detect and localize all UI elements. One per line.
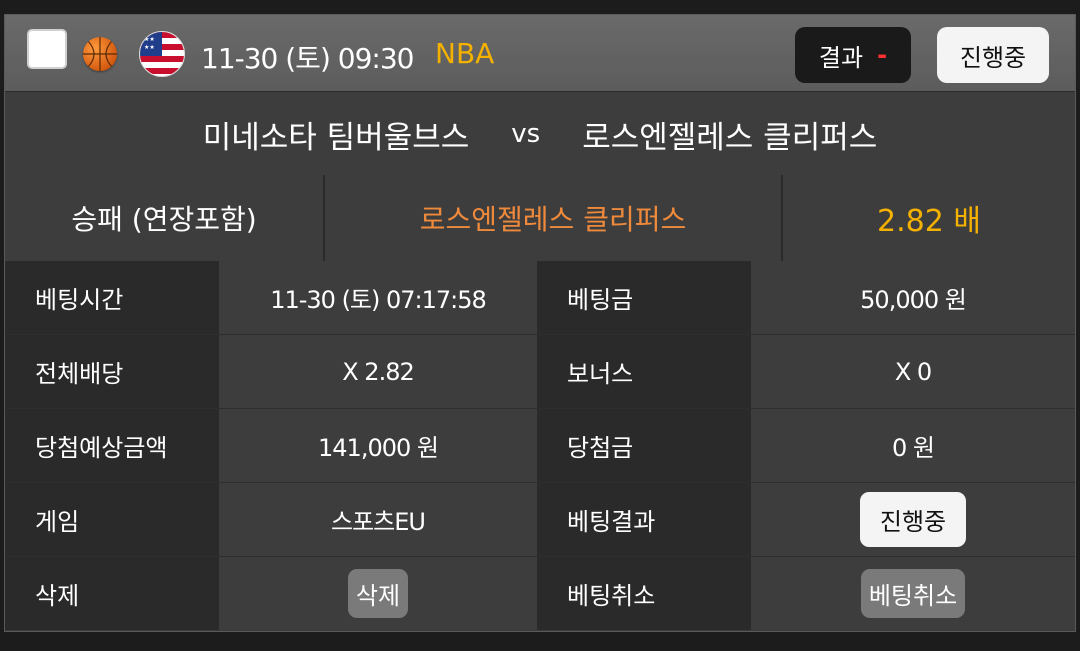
cancel-label: 베팅취소	[537, 557, 751, 630]
matchup-row: 미네소타 팀버울브스 vs 로스엔젤레스 클리퍼스	[5, 91, 1075, 177]
bet-time-value: 11-30 (토) 07:17:58	[219, 261, 537, 334]
delete-cell: 삭제	[219, 557, 537, 630]
table-row: 당첨예상금액 141,000 원 당첨금 0 원	[5, 409, 1075, 483]
bet-result-cell: 진행중	[751, 483, 1075, 556]
pick-market: 승패 (연장포함)	[5, 175, 325, 261]
bet-time-label: 베팅시간	[5, 261, 219, 334]
bet-result-status-button[interactable]: 진행중	[859, 492, 967, 547]
table-row: 베팅시간 11-30 (토) 07:17:58 베팅금 50,000 원	[5, 261, 1075, 335]
table-row: 전체배당 X 2.82 보너스 X 0	[5, 335, 1075, 409]
cancel-cell: 베팅취소	[751, 557, 1075, 630]
bet-amount-label: 베팅금	[537, 261, 751, 334]
bet-result-label: 베팅결과	[537, 483, 751, 556]
delete-label: 삭제	[5, 557, 219, 630]
select-checkbox[interactable]	[27, 29, 67, 69]
result-button[interactable]: 결과 -	[795, 27, 911, 83]
win-amount-label: 당첨금	[537, 409, 751, 482]
table-row: 삭제 삭제 베팅취소 베팅취소	[5, 557, 1075, 630]
bet-amount-value: 50,000 원	[751, 261, 1075, 334]
bet-slip-card: 11-30 (토) 09:30 NBA 결과 - 진행중 미네소타 팀버울브스 …	[4, 14, 1076, 632]
home-team: 미네소타 팀버울브스	[202, 119, 470, 156]
match-datetime: 11-30 (토) 09:30	[201, 42, 414, 75]
game-label: 게임	[5, 483, 219, 556]
vs-label: vs	[511, 119, 541, 149]
table-row: 게임 스포츠EU 베팅결과 진행중	[5, 483, 1075, 557]
game-value: 스포츠EU	[219, 483, 537, 556]
bet-details-table: 베팅시간 11-30 (토) 07:17:58 베팅금 50,000 원 전체배…	[5, 261, 1075, 630]
result-value: -	[877, 41, 888, 69]
total-odds-value: X 2.82	[219, 335, 537, 408]
delete-button[interactable]: 삭제	[347, 569, 409, 618]
pick-row: 승패 (연장포함) 로스엔젤레스 클리퍼스 2.82 배	[5, 175, 1075, 262]
away-team: 로스엔젤레스 클리퍼스	[582, 119, 878, 156]
expected-win-value: 141,000 원	[219, 409, 537, 482]
win-amount-value: 0 원	[751, 409, 1075, 482]
basketball-icon	[83, 37, 117, 71]
result-label: 결과	[818, 43, 864, 72]
bonus-label: 보너스	[537, 335, 751, 408]
expected-win-label: 당첨예상금액	[5, 409, 219, 482]
bet-header: 11-30 (토) 09:30 NBA 결과 - 진행중	[5, 15, 1075, 91]
pick-odds: 2.82 배	[877, 204, 981, 239]
status-button[interactable]: 진행중	[937, 27, 1049, 83]
usa-flag-icon	[139, 31, 185, 77]
pick-selection: 로스엔젤레스 클리퍼스	[325, 175, 783, 261]
bonus-value: X 0	[751, 335, 1075, 408]
cancel-bet-button[interactable]: 베팅취소	[860, 569, 966, 618]
league-name: NBA	[435, 37, 495, 70]
total-odds-label: 전체배당	[5, 335, 219, 408]
